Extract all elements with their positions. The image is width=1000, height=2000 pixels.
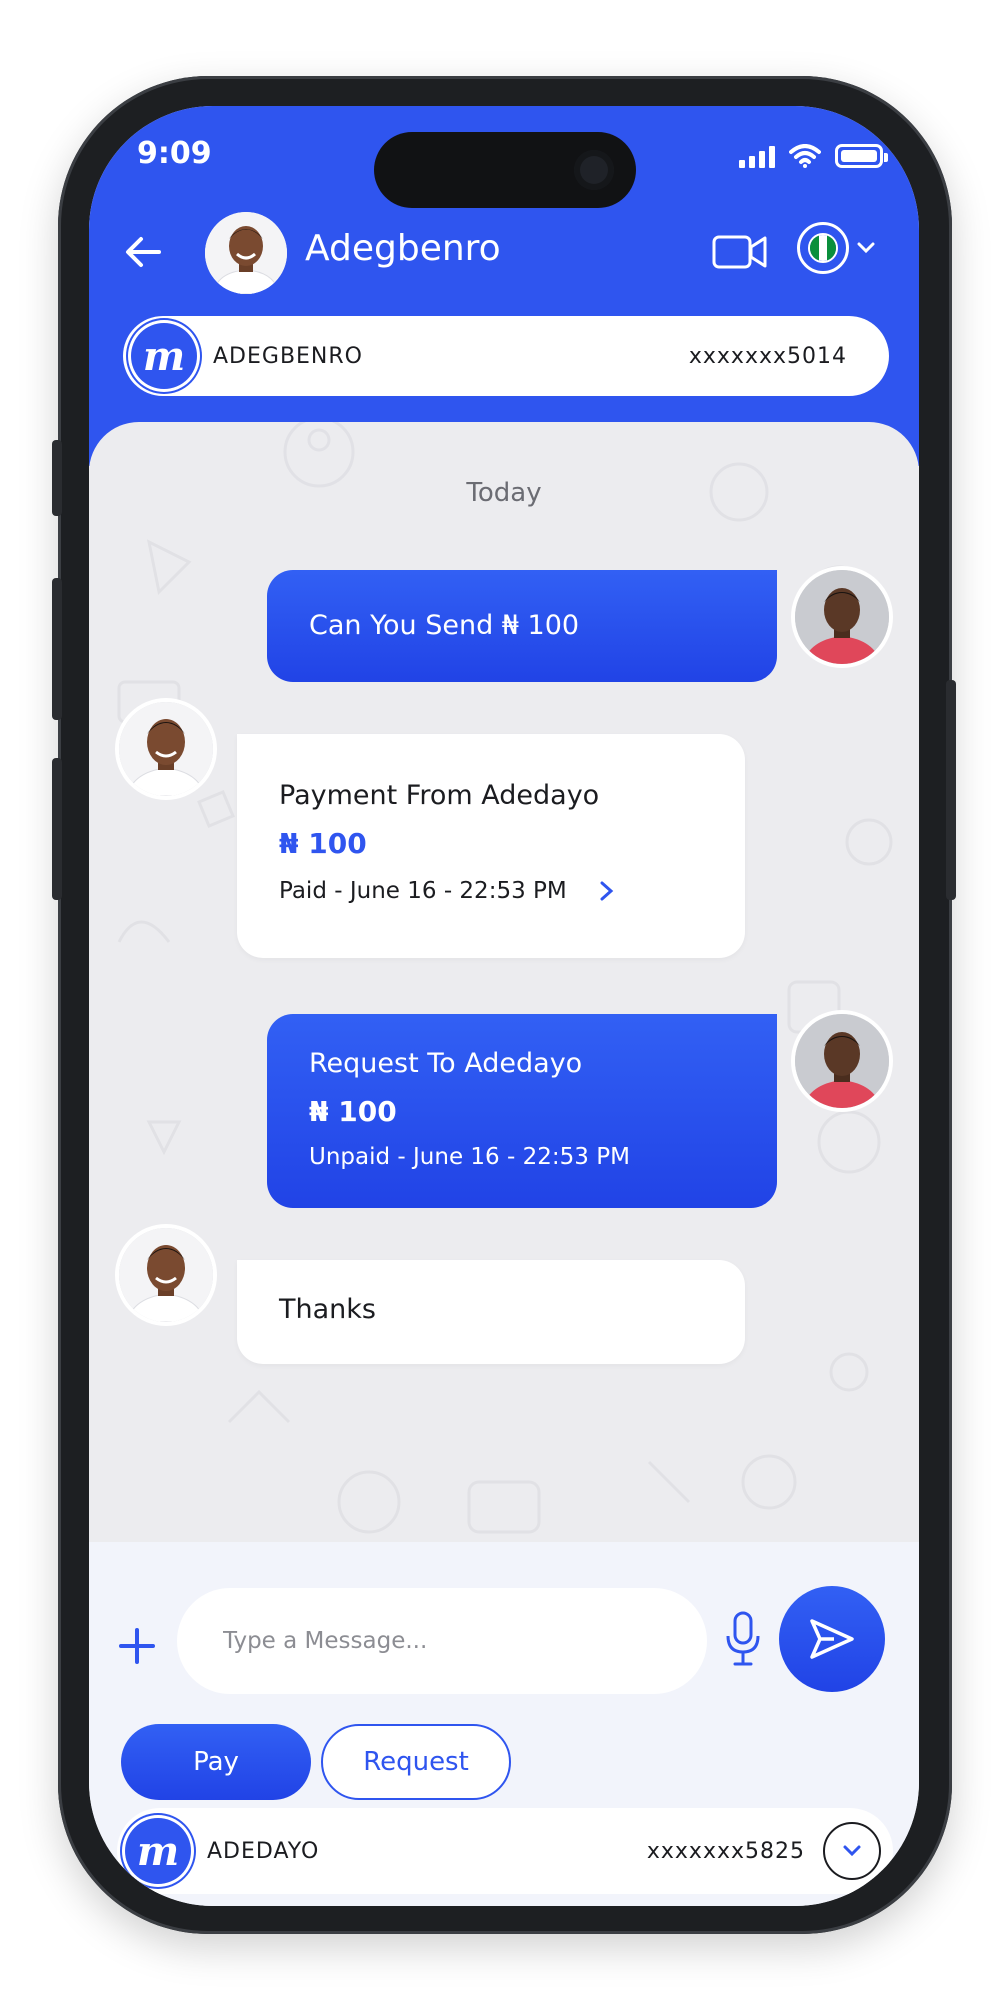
payment-request-card[interactable]: Request To Adedayo ₦ 100 Unpaid - June 1… (267, 1014, 777, 1208)
plus-icon[interactable] (117, 1626, 157, 1666)
nigeria-flag-icon (808, 233, 838, 263)
my-avatar (795, 570, 889, 664)
payment-status-row: Paid - June 16 - 22:53 PM (279, 878, 745, 904)
sender-account-name: ADEDAYO (207, 1838, 320, 1864)
payment-received-card[interactable]: Payment From Adedayo ₦ 100 Paid - June 1… (237, 734, 745, 958)
bank-logo-icon: m (125, 1818, 191, 1884)
cellular-signal-icon (739, 146, 775, 168)
chevron-down-icon (857, 242, 875, 254)
person-avatar-icon (119, 1228, 213, 1322)
account-dropdown-toggle[interactable] (823, 1822, 881, 1880)
date-separator: Today (466, 478, 542, 508)
contact-message-avatar (119, 702, 213, 796)
request-title: Request To Adedayo (309, 1048, 583, 1079)
contact-avatar[interactable] (205, 212, 287, 294)
recipient-account-name: ADEGBENRO (213, 343, 363, 369)
message-input[interactable] (177, 1588, 707, 1694)
sender-account-number: xxxxxxx5825 (646, 1838, 805, 1864)
message-text: Thanks (279, 1294, 376, 1325)
chevron-down-icon (843, 1845, 861, 1857)
payment-amount: ₦ 100 (279, 827, 367, 860)
payment-title: Payment From Adedayo (279, 780, 600, 811)
sent-message-bubble[interactable]: Can You Send ₦ 100 (267, 570, 777, 682)
currency-selector[interactable] (797, 222, 875, 274)
contact-name: Adegbenro (305, 228, 501, 269)
recipient-account-pill[interactable]: m ADEGBENRO xxxxxxx5014 (123, 316, 889, 396)
status-time: 9:09 (137, 136, 212, 171)
send-button[interactable] (779, 1586, 885, 1692)
composer-panel: Pay Request m ADEDAYO xxxxxxx5825 (89, 1542, 919, 1906)
dynamic-island (374, 132, 636, 208)
volume-up-button (52, 578, 62, 720)
battery-icon (835, 144, 888, 168)
person-avatar-icon (795, 1014, 889, 1108)
status-icons (739, 144, 888, 168)
video-call-icon[interactable] (711, 232, 769, 272)
bank-logo-icon: m (131, 323, 197, 389)
currency-flag-ring (797, 222, 849, 274)
back-arrow-icon[interactable] (119, 228, 167, 276)
person-avatar-icon (119, 702, 213, 796)
my-avatar (795, 1014, 889, 1108)
phone-screen: 9:09 Adegbenro m ADEGBENRO xxxxxxx5014 T… (89, 106, 919, 1906)
contact-message-avatar (119, 1228, 213, 1322)
action-button (52, 440, 62, 516)
microphone-icon[interactable] (723, 1610, 763, 1668)
sender-account-selector[interactable]: m ADEDAYO xxxxxxx5825 (117, 1808, 893, 1894)
top-bar: Adegbenro (89, 206, 919, 306)
wifi-icon (789, 144, 821, 168)
request-status: Unpaid - June 16 - 22:53 PM (309, 1144, 630, 1170)
volume-down-button (52, 758, 62, 900)
person-avatar-icon (795, 570, 889, 664)
request-amount: ₦ 100 (309, 1095, 397, 1128)
power-button (946, 680, 956, 900)
received-message-bubble[interactable]: Thanks (237, 1260, 745, 1364)
send-icon (810, 1619, 854, 1659)
chevron-right-icon[interactable] (599, 880, 615, 902)
pay-button[interactable]: Pay (121, 1724, 311, 1800)
person-avatar-icon (205, 212, 287, 294)
recipient-account-number: xxxxxxx5014 (688, 343, 847, 369)
chat-area[interactable]: Today Can You Send ₦ 100 Payment From Ad… (89, 422, 919, 1542)
message-text: Can You Send ₦ 100 (309, 610, 580, 641)
request-button[interactable]: Request (321, 1724, 511, 1800)
payment-status: Paid - June 16 - 22:53 PM (279, 878, 567, 904)
front-camera (574, 150, 614, 190)
